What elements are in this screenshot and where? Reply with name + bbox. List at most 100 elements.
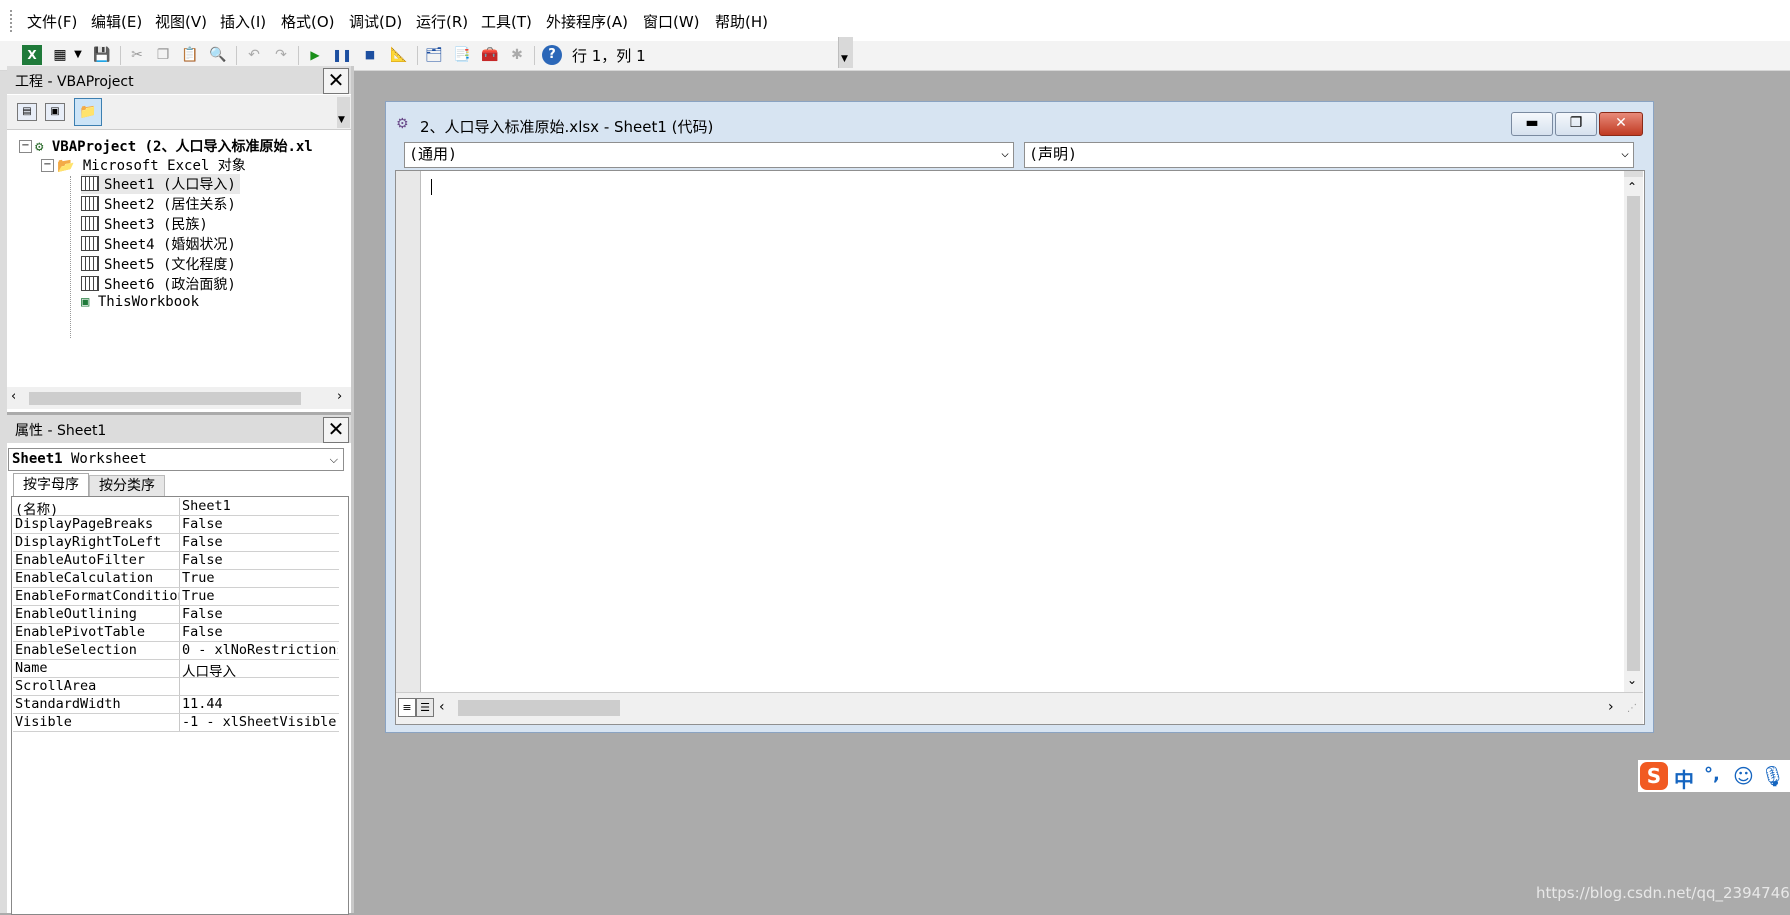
property-value[interactable]: 0 - xlNoRestrictions	[182, 642, 338, 658]
property-row[interactable]: EnableAutoFilter False	[13, 552, 339, 570]
property-row[interactable]: DisplayRightToLeft False	[13, 534, 339, 552]
tab-categorized[interactable]: 按分类序	[89, 475, 165, 497]
help-icon[interactable]: ?	[542, 45, 562, 65]
redo-icon[interactable]: ↷	[271, 45, 291, 65]
code-editor[interactable]: ⌃ ⌄ ≡ ☰ ‹ › ⋰	[395, 170, 1645, 725]
ime-mode-toggle[interactable]: 中	[1674, 764, 1694, 793]
toolbar-overflow-chevron[interactable]: ▼	[838, 37, 853, 68]
pane-toolbar-overflow[interactable]: ▼	[337, 97, 350, 128]
menu-edit[interactable]: 编辑(E)	[91, 11, 142, 32]
find-icon[interactable]: 🔍	[208, 45, 228, 65]
ime-toolbar[interactable]: S 中 °, ☺ 🎙	[1638, 760, 1790, 792]
view-code-icon[interactable]: ▤	[17, 103, 37, 121]
reset-icon[interactable]: ■	[360, 45, 380, 65]
property-value[interactable]: False	[182, 552, 338, 568]
scrollbar-thumb[interactable]	[29, 392, 301, 405]
copy-icon[interactable]: ❐	[153, 45, 173, 65]
scroll-left-icon[interactable]: ‹	[439, 699, 445, 715]
design-mode-icon[interactable]: 📐	[389, 45, 409, 65]
paste-icon[interactable]: 📋	[180, 45, 200, 65]
chevron-down-icon[interactable]: ▼	[72, 45, 84, 65]
tree-folder-excel-objects[interactable]: 📂 Microsoft Excel 对象	[57, 155, 246, 175]
maximize-button[interactable]: ❐	[1555, 112, 1597, 136]
tree-root-vbaproject[interactable]: ⚙ VBAProject (2、人口导入标准原始.xl	[35, 136, 313, 156]
menu-debug[interactable]: 调试(D)	[349, 11, 402, 32]
property-row[interactable]: (名称) Sheet1	[13, 498, 339, 518]
scroll-right-icon[interactable]: ›	[1608, 699, 1614, 715]
scroll-up-icon[interactable]: ⌃	[1627, 180, 1637, 194]
property-value[interactable]: 人口导入	[182, 660, 338, 680]
tree-item-sheet5[interactable]: Sheet5 (文化程度)	[81, 254, 236, 274]
menu-run[interactable]: 运行(R)	[416, 11, 468, 32]
scroll-right-icon[interactable]: ›	[337, 389, 342, 404]
tree-item-sheet2[interactable]: Sheet2 (居住关系)	[81, 194, 236, 214]
property-value[interactable]: True	[182, 588, 338, 604]
scroll-left-icon[interactable]: ‹	[11, 389, 16, 404]
menu-format[interactable]: 格式(O)	[281, 11, 335, 32]
menu-file[interactable]: 文件(F)	[27, 11, 77, 32]
toolbox-icon[interactable]: ✱	[507, 45, 527, 65]
cut-icon[interactable]: ✂	[127, 45, 147, 65]
pane-splitter[interactable]	[351, 66, 354, 913]
scrollbar-thumb[interactable]	[458, 700, 620, 716]
break-icon[interactable]: ❚❚	[332, 45, 352, 65]
view-object-icon[interactable]: ▣	[45, 103, 65, 121]
save-icon[interactable]: 💾	[92, 45, 112, 65]
code-vertical-scrollbar[interactable]: ⌃ ⌄	[1624, 171, 1643, 692]
tree-item-sheet6[interactable]: Sheet6 (政治面貌)	[81, 274, 236, 294]
scroll-down-icon[interactable]: ⌄	[1627, 673, 1637, 687]
close-icon[interactable]: ✕	[323, 68, 349, 94]
margin-indicator-bar[interactable]	[396, 171, 421, 692]
property-row[interactable]: Visible -1 - xlSheetVisible	[13, 714, 339, 732]
menu-insert[interactable]: 插入(I)	[220, 11, 266, 32]
property-row[interactable]: EnablePivotTable False	[13, 624, 339, 642]
property-row[interactable]: EnableCalculation True	[13, 570, 339, 588]
property-value[interactable]: False	[182, 534, 338, 550]
tree-item-sheet1[interactable]: Sheet1 (人口导入)	[81, 174, 240, 194]
resize-grip-icon[interactable]: ⋰	[1627, 703, 1637, 714]
property-row[interactable]: StandardWidth 11.44	[13, 696, 339, 714]
procedure-view-icon[interactable]: ≡	[398, 698, 416, 717]
undo-icon[interactable]: ↶	[244, 45, 264, 65]
close-icon[interactable]: ✕	[323, 417, 349, 443]
excel-view-icon[interactable]: X	[22, 45, 42, 65]
procedure-combo[interactable]: (声明) ⌵	[1024, 142, 1634, 168]
menu-view[interactable]: 视图(V)	[155, 11, 207, 32]
minimize-button[interactable]: ▬	[1511, 112, 1553, 136]
property-row[interactable]: EnableFormatConditionsCalculationTrue	[13, 588, 339, 606]
menu-help[interactable]: 帮助(H)	[715, 11, 768, 32]
property-value[interactable]: True	[182, 570, 338, 586]
insert-userform-icon[interactable]: ▦	[50, 45, 70, 65]
collapse-toggle-icon[interactable]: −	[19, 140, 32, 153]
properties-object-select[interactable]: Sheet1 Worksheet ⌵	[8, 448, 344, 471]
property-row[interactable]: EnableSelection 0 - xlNoRestrictions	[13, 642, 339, 660]
ime-punctuation-toggle[interactable]: °,	[1704, 764, 1720, 785]
scrollbar-thumb[interactable]	[1627, 196, 1640, 671]
property-row[interactable]: ScrollArea	[13, 678, 339, 696]
tree-item-thisworkbook[interactable]: ▣ ThisWorkbook	[81, 294, 199, 310]
tab-alphabetic[interactable]: 按字母序	[13, 473, 89, 496]
property-row[interactable]: EnableOutlining False	[13, 606, 339, 624]
microphone-icon[interactable]: 🎙	[1760, 764, 1785, 788]
property-value[interactable]: 11.44	[182, 696, 338, 712]
menu-addins[interactable]: 外接程序(A)	[546, 11, 628, 32]
full-module-view-icon[interactable]: ☰	[416, 698, 434, 717]
property-value[interactable]: False	[182, 516, 338, 532]
tree-item-sheet3[interactable]: Sheet3 (民族)	[81, 214, 208, 234]
properties-window-icon[interactable]: 📑	[452, 45, 472, 65]
object-browser-icon[interactable]: 🧰	[480, 45, 500, 65]
menu-tools[interactable]: 工具(T)	[481, 11, 532, 32]
tree-item-sheet4[interactable]: Sheet4 (婚姻状况)	[81, 234, 236, 254]
property-row[interactable]: DisplayPageBreaks False	[13, 516, 339, 534]
property-value[interactable]: Sheet1	[182, 498, 338, 514]
close-button[interactable]: ✕	[1599, 112, 1643, 136]
project-explorer-icon[interactable]: 🗂	[424, 45, 444, 65]
run-icon[interactable]: ▶	[305, 45, 325, 65]
property-value[interactable]: -1 - xlSheetVisible	[182, 714, 338, 730]
project-horizontal-scrollbar[interactable]: ‹ ›	[7, 387, 351, 409]
collapse-toggle-icon[interactable]: −	[41, 159, 54, 172]
property-value[interactable]: False	[182, 624, 338, 640]
property-value[interactable]: False	[182, 606, 338, 622]
property-row[interactable]: Name 人口导入	[13, 660, 339, 680]
emoji-icon[interactable]: ☺	[1733, 764, 1754, 788]
